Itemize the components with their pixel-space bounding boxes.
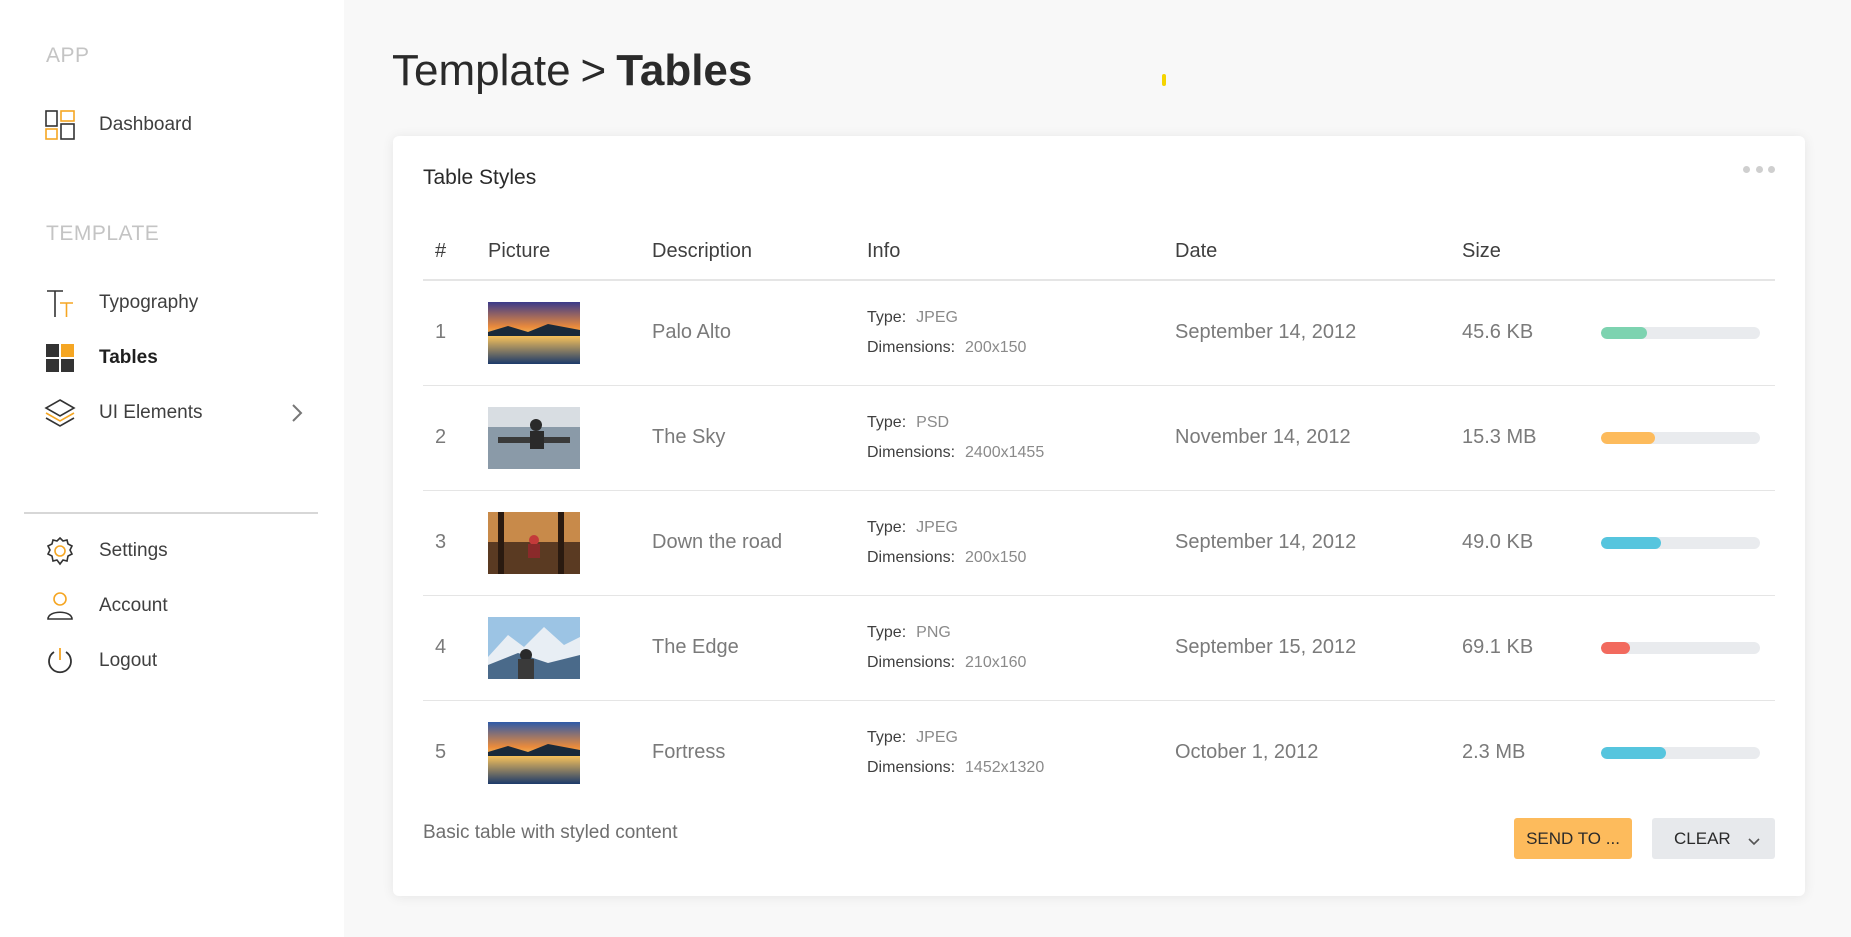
thumbnail-image [488, 721, 580, 784]
table-footer-note: Basic table with styled content [423, 822, 678, 843]
user-icon [44, 590, 76, 622]
table-card: Table Styles # Picture Description Info … [393, 136, 1805, 896]
tables-icon [44, 342, 76, 374]
sidebar-item-label: Typography [99, 292, 199, 313]
table-row: 3 Down the road Type: JPEG Dimensions: 200… [423, 490, 1775, 596]
row-info: Type: JPEG Dimensions: 200x150 [867, 490, 1175, 596]
breadcrumb-current: Tables [616, 46, 753, 95]
row-description: The Edge [652, 595, 867, 701]
typography-icon [44, 287, 76, 319]
chevron-down-icon [1747, 832, 1761, 852]
col-header-num: # [423, 224, 488, 281]
loading-indicator [1162, 74, 1166, 86]
progress-bar [1601, 746, 1760, 759]
sidebar-item-dashboard[interactable]: Dashboard [44, 107, 304, 143]
breadcrumb-separator: > [580, 46, 607, 95]
col-header-date: Date [1175, 224, 1462, 281]
row-description: Palo Alto [652, 280, 867, 386]
sidebar-item-ui-elements[interactable]: UI Elements [44, 395, 304, 431]
row-info: Type: PSD Dimensions: 2400x1455 [867, 385, 1175, 491]
thumbnail-image [488, 511, 580, 574]
row-date: October 1, 2012 [1175, 741, 1319, 764]
sidebar-item-typography[interactable]: Typography [44, 285, 304, 321]
sidebar-item-settings[interactable]: Settings [44, 533, 304, 569]
row-size: 49.0 KB [1462, 490, 1601, 596]
clear-button-label: CLEAR [1674, 828, 1731, 848]
row-number: 3 [423, 490, 488, 596]
row-date: September 14, 2012 [1175, 490, 1462, 596]
gear-icon [44, 535, 76, 567]
progress-fill [1601, 431, 1656, 444]
row-info: Type: JPEG Dimensions: 1452x1320 [867, 728, 1045, 776]
row-number: 4 [423, 595, 488, 701]
progress-bar [1601, 536, 1760, 549]
col-header-progress [1601, 224, 1775, 281]
row-description: Fortress [652, 741, 726, 764]
row-size: 15.3 MB [1462, 385, 1601, 491]
row-date: November 14, 2012 [1175, 385, 1462, 491]
progress-bar [1601, 641, 1760, 654]
sidebar-item-label: UI Elements [99, 402, 203, 423]
layers-icon [44, 397, 76, 429]
col-header-picture: Picture [488, 224, 652, 281]
row-date: September 14, 2012 [1175, 280, 1462, 386]
row-size: 45.6 KB [1462, 280, 1601, 386]
progress-fill [1601, 326, 1648, 339]
sidebar-divider [24, 512, 318, 514]
thumbnail-image [488, 406, 580, 469]
styled-table: # Picture Description Info Date Size 1 P… [423, 224, 1775, 805]
power-icon [44, 645, 76, 677]
sidebar-item-label: Settings [99, 540, 168, 561]
progress-fill [1601, 746, 1667, 759]
table-row: 5 Fortress Type: JPEG Dimensions: 1452x132… [423, 700, 1775, 805]
sidebar: APP Dashboard TEMPLATE Typography Tables… [0, 0, 344, 937]
progress-bar [1601, 431, 1760, 444]
row-number: 2 [423, 385, 488, 491]
table-row: 2 The Sky Type: PSD Dimensions: 2400x1455 … [423, 385, 1775, 491]
table-row: 1 Palo Alto Type: JPEG Dimensions: 200x150… [423, 280, 1775, 386]
dashboard-icon [44, 109, 76, 141]
row-size: 2.3 MB [1462, 741, 1526, 764]
row-number: 1 [423, 280, 488, 386]
row-info: Type: JPEG Dimensions: 200x150 [867, 280, 1175, 386]
page-title: Template > Tables [392, 46, 752, 96]
more-options-icon[interactable] [1743, 162, 1775, 176]
progress-fill [1601, 641, 1630, 654]
row-description: Down the road [652, 490, 867, 596]
row-size: 69.1 KB [1462, 595, 1601, 701]
sidebar-item-label: Dashboard [99, 114, 192, 135]
section-title-template: TEMPLATE [46, 222, 160, 245]
col-header-info: Info [867, 224, 1175, 281]
send-to-button[interactable]: SEND TO ... [1514, 818, 1632, 859]
table-row: 4 The Edge Type: PNG Dimensions: 210x160 S… [423, 595, 1775, 701]
chevron-right-icon [290, 403, 304, 428]
row-info: Type: PNG Dimensions: 210x160 [867, 595, 1175, 701]
sidebar-item-label: Tables [99, 347, 158, 368]
table-header-row: # Picture Description Info Date Size [423, 224, 1775, 281]
col-header-size: Size [1462, 224, 1601, 281]
breadcrumb-parent[interactable]: Template [392, 46, 571, 95]
col-header-description: Description [652, 224, 867, 281]
sidebar-item-account[interactable]: Account [44, 588, 304, 624]
section-title-app: APP [46, 44, 90, 67]
card-title: Table Styles [423, 166, 537, 189]
sidebar-item-label: Account [99, 595, 168, 616]
row-description: The Sky [652, 385, 867, 491]
thumbnail-image [488, 301, 580, 364]
thumbnail-image [488, 616, 580, 679]
progress-bar [1601, 326, 1760, 339]
sidebar-item-logout[interactable]: Logout [44, 643, 304, 679]
row-date: September 15, 2012 [1175, 595, 1462, 701]
sidebar-item-label: Logout [99, 650, 158, 671]
clear-dropdown-button[interactable]: CLEAR [1652, 818, 1775, 859]
sidebar-item-tables[interactable]: Tables [44, 340, 304, 376]
row-number: 5 [435, 741, 447, 764]
progress-fill [1601, 536, 1662, 549]
